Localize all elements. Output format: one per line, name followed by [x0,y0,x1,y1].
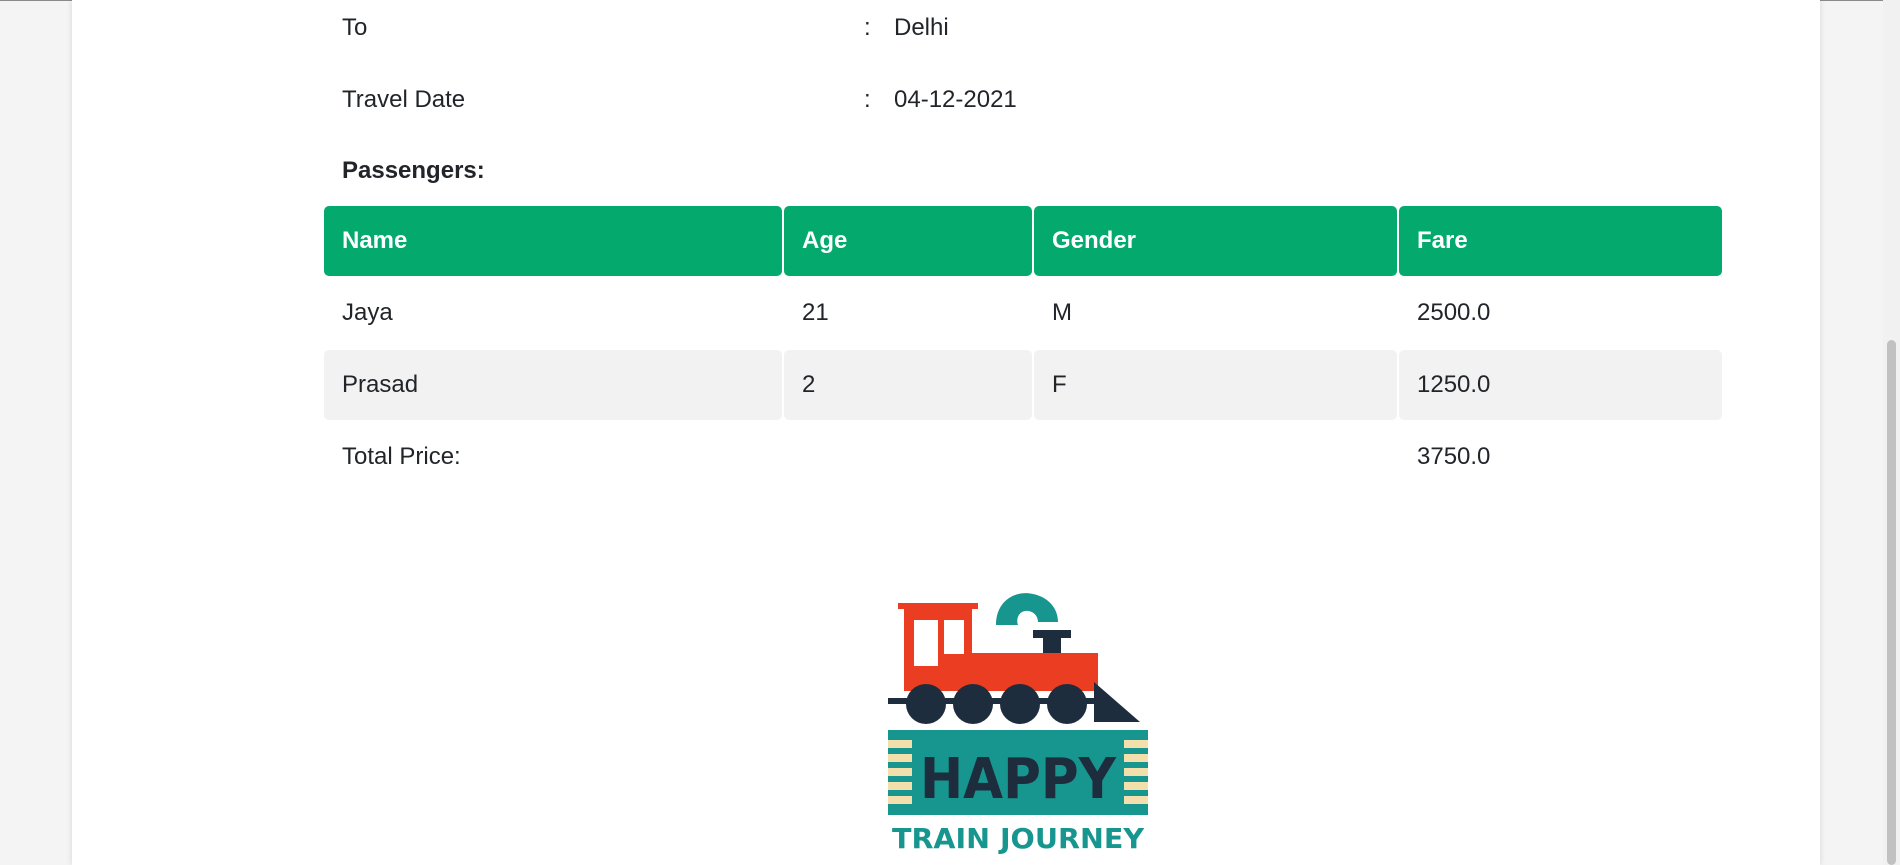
passenger-fare-cell: 2500.0 [1417,299,1491,326]
passenger-age-cell: 21 [802,299,829,326]
passengers-table: Name Age Gender Fare Jaya 21 M 2500.0 Pr… [322,204,1724,494]
column-header-name: Name [324,206,782,276]
passenger-name-cell: Prasad [324,350,782,420]
passenger-gender-cell: F [1034,350,1397,420]
passenger-fare-cell: 1250.0 [1399,350,1722,420]
table-row: Prasad 2 F 1250.0 [324,350,1722,420]
logo-title: HAPPY [920,747,1117,812]
scrollbar-thumb[interactable] [1887,340,1896,865]
total-empty-cell [1034,422,1397,492]
passenger-gender-cell: M [1052,299,1072,326]
passenger-age-cell: 2 [784,350,1032,420]
vertical-scrollbar[interactable] [1883,0,1900,865]
to-separator: : [864,14,871,41]
logo-subtitle: TRAIN JOURNEY [892,822,1145,855]
travel-date-separator: : [864,86,871,113]
passenger-name-cell: Jaya [342,299,393,326]
passengers-heading: Passengers: [342,157,485,184]
travel-date-label: Travel Date [342,86,466,113]
travel-date-row: Travel Date : 04-12-2021 [342,85,1722,115]
to-label: To [342,14,368,41]
column-header-fare: Fare [1399,206,1722,276]
total-price-value: 3750.0 [1417,443,1491,470]
to-value: Delhi [894,14,949,41]
total-price-label: Total Price: [342,443,461,470]
total-empty-cell [784,422,1032,492]
column-header-age: Age [784,206,1032,276]
column-header-gender: Gender [1034,206,1397,276]
table-row: Jaya 21 M 2500.0 [324,278,1722,348]
to-row: To : Delhi [342,13,1722,43]
happy-train-journey-logo: HAPPY TRAIN JOURNEY [888,593,1148,855]
total-row: Total Price: 3750.0 [324,422,1722,492]
table-header-row: Name Age Gender Fare [324,206,1722,276]
ticket-card: To : Delhi Travel Date : 04-12-2021 Pass… [72,0,1820,865]
travel-date-value: 04-12-2021 [894,86,1017,113]
